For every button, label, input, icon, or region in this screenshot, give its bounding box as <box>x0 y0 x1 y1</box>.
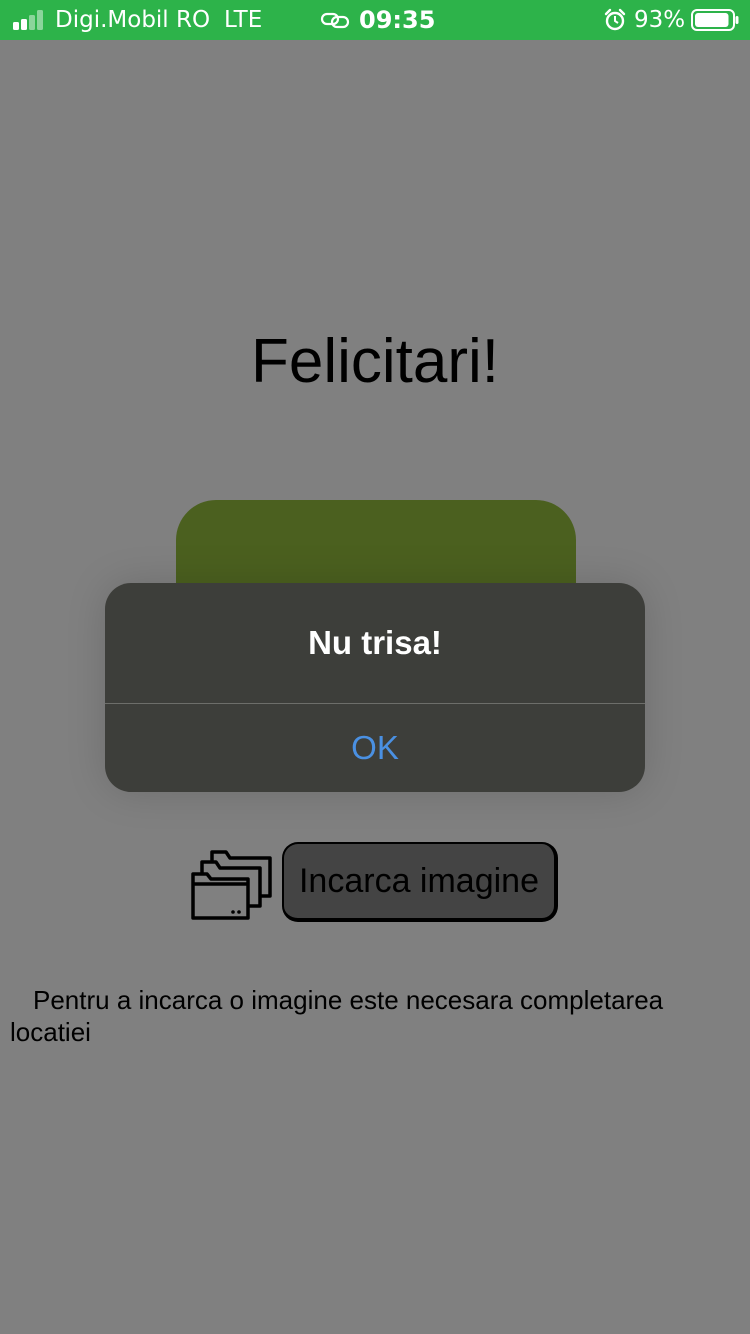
clock: 09:35 <box>359 6 436 34</box>
status-bar: Digi.Mobil RO LTE 09:35 93% <box>0 0 750 40</box>
link-icon <box>320 12 350 29</box>
battery-percent: 93% <box>634 7 686 33</box>
carrier-name: Digi.Mobil RO <box>55 7 211 33</box>
signal-icon <box>13 10 47 30</box>
network-type: LTE <box>224 7 263 33</box>
battery-icon <box>691 9 739 31</box>
ok-button[interactable]: OK <box>105 704 645 792</box>
alert-title: Nu trisa! <box>308 624 442 661</box>
alarm-icon <box>604 8 626 31</box>
alert-dialog: Nu trisa! OK <box>105 583 645 792</box>
